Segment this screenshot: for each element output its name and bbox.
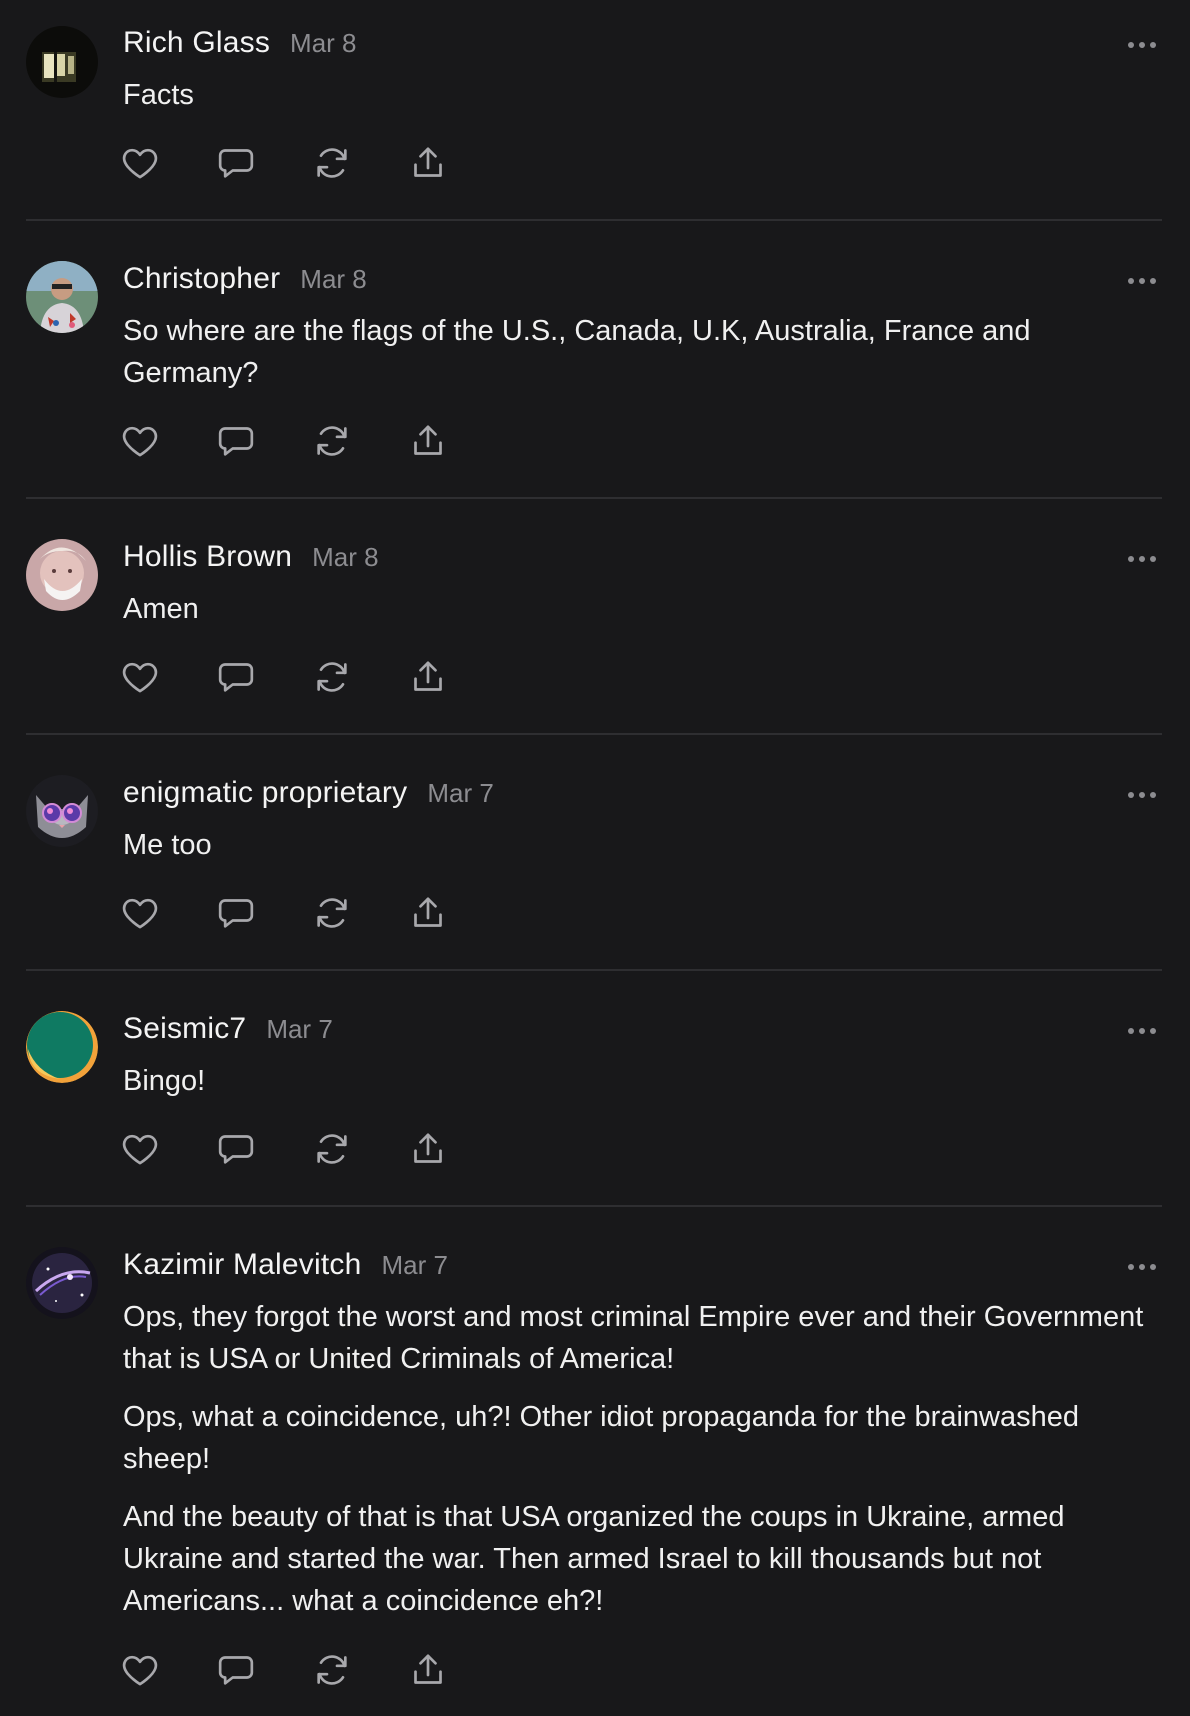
comment-header: Seismic7 Mar 7 xyxy=(123,1012,333,1052)
comment-paragraph: Facts xyxy=(123,79,194,111)
comment-actions xyxy=(116,1646,500,1694)
avatar[interactable] xyxy=(26,775,98,847)
restack-icon[interactable] xyxy=(308,417,356,465)
author-name[interactable]: Seismic7 xyxy=(123,1012,246,1046)
avatar[interactable] xyxy=(26,1247,98,1319)
comment-paragraph: Ops, they forgot the worst and most crim… xyxy=(123,1301,1144,1375)
author-name[interactable]: Christopher xyxy=(123,262,280,296)
more-options-icon[interactable] xyxy=(1124,1021,1160,1041)
comment-body: Ops, they forgot the worst and most crim… xyxy=(123,1296,1158,1622)
avatar[interactable] xyxy=(26,26,98,98)
share-icon[interactable] xyxy=(404,653,452,701)
comment-date[interactable]: Mar 8 xyxy=(290,28,356,59)
restack-icon[interactable] xyxy=(308,889,356,937)
comment-header: Christopher Mar 8 xyxy=(123,262,367,302)
share-icon[interactable] xyxy=(404,1646,452,1694)
heart-icon[interactable] xyxy=(116,889,164,937)
more-options-icon[interactable] xyxy=(1124,271,1160,291)
comment-date[interactable]: Mar 7 xyxy=(266,1014,332,1045)
comment-body: So where are the flags of the U.S., Cana… xyxy=(123,310,1158,394)
share-icon[interactable] xyxy=(404,889,452,937)
comment-header: enigmatic proprietary Mar 7 xyxy=(123,776,494,816)
divider xyxy=(26,219,1162,221)
share-icon[interactable] xyxy=(404,139,452,187)
more-options-icon[interactable] xyxy=(1124,785,1160,805)
share-icon[interactable] xyxy=(404,1125,452,1173)
divider xyxy=(26,969,1162,971)
restack-icon[interactable] xyxy=(308,653,356,701)
heart-icon[interactable] xyxy=(116,139,164,187)
comment-date[interactable]: Mar 8 xyxy=(300,264,366,295)
divider xyxy=(26,497,1162,499)
heart-icon[interactable] xyxy=(116,1646,164,1694)
more-options-icon[interactable] xyxy=(1124,1257,1160,1277)
comment-body: Amen xyxy=(123,588,1158,630)
restack-icon[interactable] xyxy=(308,1125,356,1173)
comment-header: Kazimir Malevitch Mar 7 xyxy=(123,1248,448,1288)
restack-icon[interactable] xyxy=(308,139,356,187)
comment-actions xyxy=(116,417,500,465)
comment-body: Facts xyxy=(123,74,1158,116)
comment-paragraph: Bingo! xyxy=(123,1065,206,1097)
divider xyxy=(26,733,1162,735)
author-name[interactable]: Rich Glass xyxy=(123,26,270,60)
comment-icon[interactable] xyxy=(212,889,260,937)
avatar[interactable] xyxy=(26,539,98,611)
comment-paragraph: Ops, what a coincidence, uh?! Other idio… xyxy=(123,1401,1079,1475)
more-options-icon[interactable] xyxy=(1124,35,1160,55)
avatar[interactable] xyxy=(26,1011,98,1083)
author-name[interactable]: Kazimir Malevitch xyxy=(123,1248,361,1282)
comment-date[interactable]: Mar 8 xyxy=(312,542,378,573)
author-name[interactable]: enigmatic proprietary xyxy=(123,776,407,810)
comment-icon[interactable] xyxy=(212,653,260,701)
author-name[interactable]: Hollis Brown xyxy=(123,540,292,574)
comment-icon[interactable] xyxy=(212,417,260,465)
comment-paragraph: So where are the flags of the U.S., Cana… xyxy=(123,315,1031,389)
heart-icon[interactable] xyxy=(116,1125,164,1173)
comment-actions xyxy=(116,889,500,937)
comment-header: Rich Glass Mar 8 xyxy=(123,26,357,66)
avatar[interactable] xyxy=(26,261,98,333)
comment-icon[interactable] xyxy=(212,139,260,187)
share-icon[interactable] xyxy=(404,417,452,465)
restack-icon[interactable] xyxy=(308,1646,356,1694)
comment-icon[interactable] xyxy=(212,1646,260,1694)
comment-body: Me too xyxy=(123,824,1158,866)
comment-feed: Rich Glass Mar 8 Facts Christopher Mar 8… xyxy=(0,0,1190,1716)
comment-date[interactable]: Mar 7 xyxy=(427,778,493,809)
comment-icon[interactable] xyxy=(212,1125,260,1173)
comment-body: Bingo! xyxy=(123,1060,1158,1102)
heart-icon[interactable] xyxy=(116,417,164,465)
comment-header: Hollis Brown Mar 8 xyxy=(123,540,379,580)
comment-paragraph: And the beauty of that is that USA organ… xyxy=(123,1501,1065,1617)
more-options-icon[interactable] xyxy=(1124,549,1160,569)
heart-icon[interactable] xyxy=(116,653,164,701)
comment-paragraph: Me too xyxy=(123,829,212,861)
comment-paragraph: Amen xyxy=(123,593,199,625)
comment-actions xyxy=(116,1125,500,1173)
comment-actions xyxy=(116,139,500,187)
divider xyxy=(26,1205,1162,1207)
comment-actions xyxy=(116,653,500,701)
comment-date[interactable]: Mar 7 xyxy=(381,1250,447,1281)
